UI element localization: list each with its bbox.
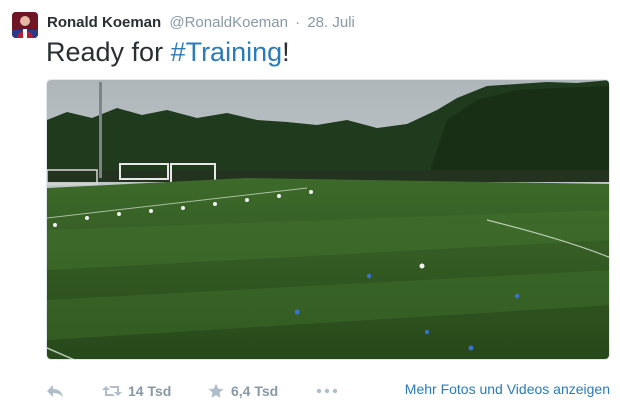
reply-button[interactable] (46, 378, 64, 404)
avatar[interactable] (12, 12, 38, 38)
retweet-count: 14 Tsd (128, 383, 172, 399)
favorite-count: 6,4 Tsd (231, 383, 279, 399)
star-icon (208, 383, 224, 398)
author-handle[interactable]: @RonaldKoeman (169, 14, 288, 31)
tweet-text-before: Ready for (46, 37, 171, 67)
tweet-header: Ronald Koeman @RonaldKoeman · 28. Juli (47, 13, 355, 33)
tweet-text-after: ! (282, 37, 290, 67)
tweet: Ronald Koeman @RonaldKoeman · 28. Juli R… (0, 0, 620, 420)
retweet-icon (102, 386, 122, 396)
separator-dot: · (295, 14, 301, 31)
retweet-button[interactable]: 14 Tsd (102, 378, 171, 404)
ellipsis-icon (316, 388, 338, 394)
tweet-photo[interactable] (46, 79, 610, 360)
author-name[interactable]: Ronald Koeman (47, 14, 161, 31)
hashtag-link[interactable]: #Training (171, 37, 283, 67)
tweet-text: Ready for #Training! (46, 34, 290, 70)
reply-arrow-icon (47, 385, 63, 397)
more-options-button[interactable] (316, 378, 338, 404)
tweet-actions: 14 Tsd 6,4 Tsd Mehr Fotos und Videos anz… (46, 378, 610, 404)
tweet-timestamp[interactable]: 28. Juli (307, 14, 355, 31)
profile-photo (12, 12, 38, 38)
more-photos-videos-link[interactable]: Mehr Fotos und Videos anzeigen (405, 378, 610, 404)
favorite-button[interactable]: 6,4 Tsd (208, 378, 278, 404)
training-pitch-photo (47, 80, 609, 359)
